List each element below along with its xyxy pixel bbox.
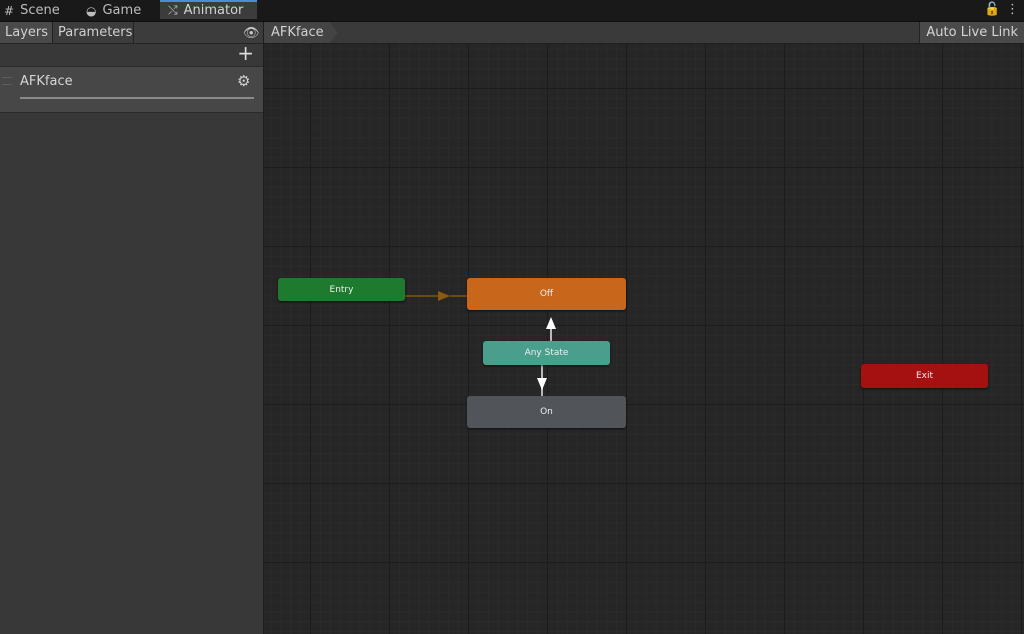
breadcrumb[interactable]: AFKface xyxy=(264,22,338,43)
menu-icon[interactable]: ⋮ xyxy=(1006,2,1019,17)
gear-icon[interactable]: ⚙ xyxy=(237,72,250,90)
layer-add-row: + xyxy=(0,41,263,67)
state-on[interactable]: On xyxy=(467,396,626,428)
arrow-head-icon xyxy=(438,291,450,301)
drag-handle-icon[interactable] xyxy=(2,77,12,85)
eye-icon[interactable]: 👁 xyxy=(243,26,260,41)
tab-layers[interactable]: Layers xyxy=(0,22,53,43)
layer-item[interactable]: AFKface ⚙ xyxy=(0,67,263,113)
grid-icon: # xyxy=(4,3,15,18)
lock-icon[interactable]: 🔓 xyxy=(984,2,1000,17)
layer-weight-slider[interactable] xyxy=(20,97,254,99)
arrow-up-icon xyxy=(546,317,556,329)
gamepad-icon: ◒ xyxy=(86,3,97,18)
tab-scene-label: Scene xyxy=(20,3,60,18)
window-tab-bar: # Scene ◒ Game ⤭ Animator 🔓 ⋮ xyxy=(0,0,1024,22)
arrow-down-icon xyxy=(537,378,547,390)
tab-game-label: Game xyxy=(102,3,142,18)
auto-live-link-button[interactable]: Auto Live Link xyxy=(919,22,1024,43)
transition-arrows xyxy=(404,291,556,397)
tab-game[interactable]: ◒ Game xyxy=(86,0,141,21)
graph-toolbar: AFKface Auto Live Link xyxy=(264,22,1024,44)
state-exit[interactable]: Exit xyxy=(861,364,988,388)
tab-animator[interactable]: ⤭ Animator xyxy=(160,0,257,19)
state-machine-graph[interactable]: Entry Off Any State On Exit xyxy=(264,44,1024,634)
tab-animator-label: Animator xyxy=(183,3,244,18)
layers-panel: Layers Parameters 👁 + AFKface ⚙ xyxy=(0,22,264,634)
left-panel-toolbar: Layers Parameters 👁 xyxy=(0,22,263,44)
state-entry[interactable]: Entry xyxy=(278,278,405,301)
animator-icon: ⤭ xyxy=(168,3,178,17)
state-off[interactable]: Off xyxy=(467,278,626,310)
layer-name: AFKface xyxy=(20,74,73,89)
tab-scene[interactable]: # Scene xyxy=(4,0,60,21)
add-layer-button[interactable]: + xyxy=(237,41,254,65)
tab-parameters[interactable]: Parameters xyxy=(53,22,134,43)
state-any-state[interactable]: Any State xyxy=(483,341,610,365)
